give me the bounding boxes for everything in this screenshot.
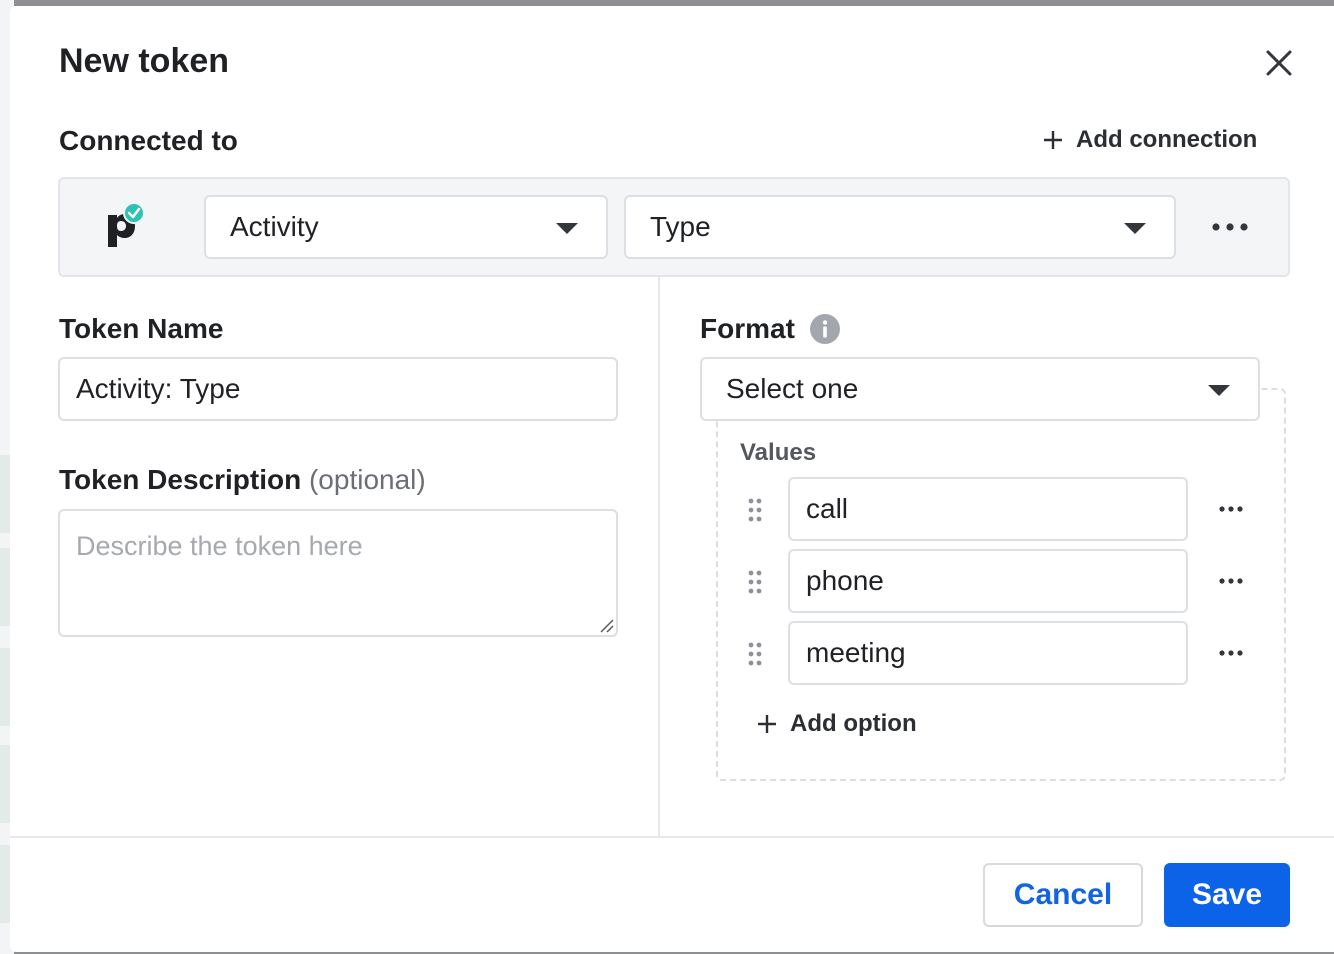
plus-icon (758, 715, 776, 733)
chevron-down-icon (1208, 385, 1230, 396)
value-input[interactable]: meeting (788, 621, 1188, 685)
format-select-value: Select one (726, 373, 859, 404)
more-horizontal-icon[interactable] (1218, 502, 1244, 516)
optional-label: (optional) (308, 464, 426, 495)
field-select-value: Type (650, 211, 711, 242)
token-description-textarea[interactable]: Describe the token here (58, 509, 618, 637)
add-option-button[interactable]: Add option (756, 710, 917, 738)
chevron-down-icon (556, 223, 578, 234)
save-button[interactable]: Save (1164, 863, 1290, 927)
value-row: meeting (746, 621, 1266, 685)
background-row (0, 455, 10, 533)
connected-to-label: Connected to (59, 125, 238, 156)
more-horizontal-icon[interactable] (1218, 574, 1244, 588)
token-name-input[interactable]: Activity: Type (58, 357, 618, 421)
cancel-button[interactable]: Cancel (983, 863, 1143, 927)
add-option-label: Add option (790, 710, 917, 737)
value-input[interactable]: call (788, 477, 1188, 541)
format-label-text: Format (700, 313, 795, 344)
value-row: phone (746, 549, 1266, 613)
info-icon[interactable] (809, 313, 841, 345)
drag-handle-icon[interactable] (746, 497, 764, 523)
more-horizontal-icon[interactable] (1210, 217, 1250, 237)
token-description-label-text: Token Description (59, 464, 302, 495)
add-connection-label: Add connection (1076, 126, 1258, 153)
connection-bar: Activity Type (58, 177, 1290, 277)
value-row: call (746, 477, 1266, 541)
column-divider (658, 277, 660, 837)
close-icon[interactable] (1262, 46, 1296, 80)
background-row (0, 745, 10, 823)
new-token-dialog: New token Connected to Add connection Ac… (10, 6, 1334, 952)
value-input[interactable]: phone (788, 549, 1188, 613)
footer-divider (10, 836, 1334, 838)
dialog-title: New token (59, 42, 230, 80)
plus-icon (1044, 131, 1062, 149)
value-text: call (806, 493, 849, 524)
drag-handle-icon[interactable] (746, 641, 764, 667)
token-name-value: Activity: Type (76, 373, 241, 404)
drag-handle-icon[interactable] (746, 569, 764, 595)
token-name-label: Token Name (59, 313, 224, 344)
format-label: Format (700, 313, 841, 345)
background-row (0, 648, 10, 726)
token-description-placeholder: Describe the token here (76, 531, 363, 561)
more-horizontal-icon[interactable] (1218, 646, 1244, 660)
values-label: Values (740, 439, 817, 466)
background-row (0, 548, 10, 626)
value-text: meeting (806, 637, 906, 668)
value-text: phone (806, 565, 884, 596)
token-description-label: Token Description (optional) (59, 464, 426, 496)
add-connection-button[interactable]: Add connection (1042, 126, 1257, 154)
field-select[interactable]: Type (624, 195, 1176, 259)
format-select[interactable]: Select one (700, 357, 1260, 421)
pipedrive-logo-icon (108, 202, 144, 247)
object-select-value: Activity (230, 211, 319, 242)
object-select[interactable]: Activity (204, 195, 608, 259)
background-row (0, 845, 10, 923)
resize-grip-icon[interactable] (598, 617, 614, 633)
chevron-down-icon (1124, 223, 1146, 234)
